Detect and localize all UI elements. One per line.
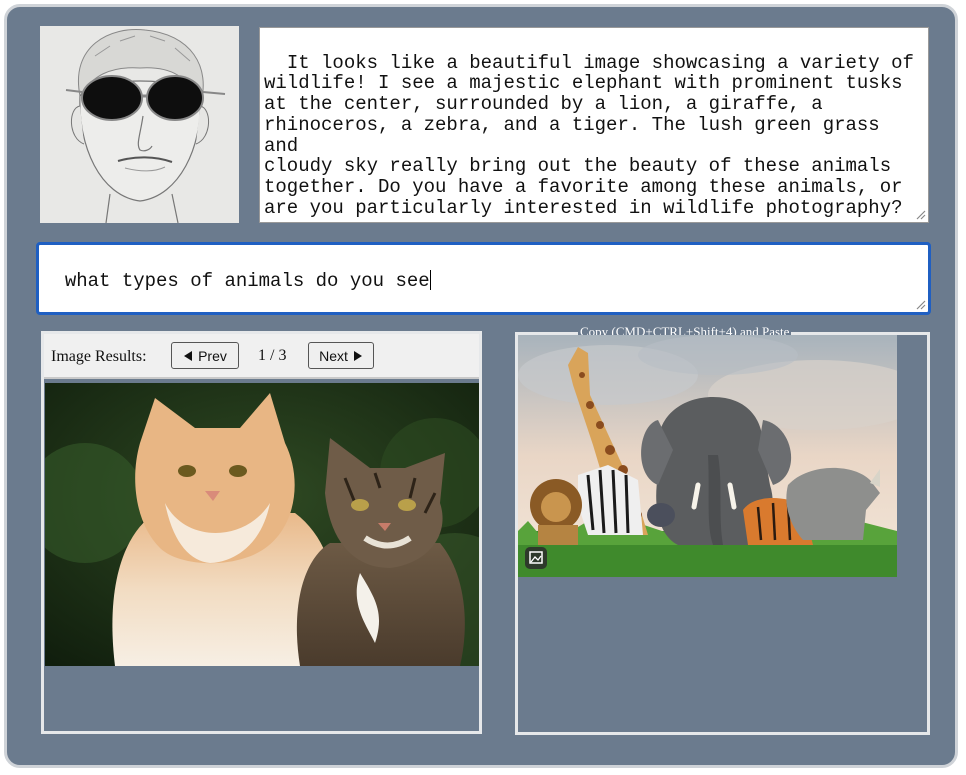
next-triangle-icon xyxy=(353,350,362,361)
prompt-input-value: what types of animals do you see xyxy=(64,270,430,292)
image-badge-icon[interactable] xyxy=(525,547,547,569)
assistant-response-text: It looks like a beautiful image showcasi… xyxy=(264,51,914,219)
image-results-toolbar: Image Results: Prev 1 / 3 Next xyxy=(44,334,479,379)
image-results-label: Image Results: xyxy=(51,348,147,365)
prompt-input[interactable]: what types of animals do you see xyxy=(36,242,931,315)
next-button-label: Next xyxy=(319,347,348,364)
prev-button-label: Prev xyxy=(198,347,227,364)
next-button[interactable]: Next xyxy=(308,342,374,369)
assistant-avatar xyxy=(40,26,239,223)
resize-grip-icon[interactable] xyxy=(914,298,926,310)
prev-triangle-icon xyxy=(184,350,193,361)
page-indicator: 1 / 3 xyxy=(258,347,287,364)
prev-button[interactable]: Prev xyxy=(171,342,239,369)
pasted-image-wildlife[interactable] xyxy=(518,335,897,577)
text-caret xyxy=(429,270,431,290)
image-results-panel: Image Results: Prev 1 / 3 Next xyxy=(41,331,482,734)
result-image-cats[interactable] xyxy=(45,383,479,666)
resize-grip-icon[interactable] xyxy=(914,208,926,220)
assistant-response-textarea[interactable]: It looks like a beautiful image showcasi… xyxy=(259,27,929,223)
